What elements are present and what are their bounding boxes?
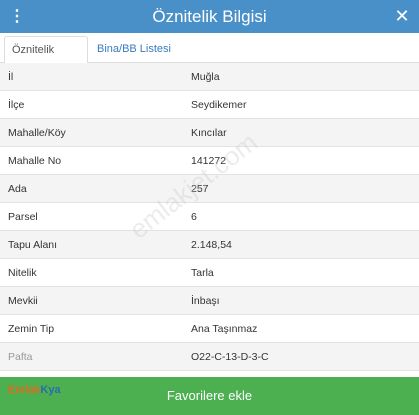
tab-building-list[interactable]: Bina/BB Listesi (90, 36, 178, 64)
attribute-value: 257 (191, 183, 209, 195)
brand-logo-part2: Kya (40, 384, 61, 396)
attribute-key: Mahalle No (8, 155, 62, 167)
table-row: Pafta O22-C-13-D-3-C (0, 343, 419, 371)
attribute-key: Mevkii (8, 295, 38, 307)
header-bar: ⋮ Öznitelik Bilgisi ✕ (0, 0, 419, 33)
attribute-value: Ana Taşınmaz (191, 323, 258, 335)
table-row: Mevkii İnbaşı (0, 287, 419, 315)
page-title: Öznitelik Bilgisi (152, 7, 267, 26)
attribute-value: Kıncılar (191, 127, 227, 139)
attribute-value: İnbaşı (191, 295, 220, 307)
brand-logo: EmlakKya (8, 376, 70, 410)
tab-attribute-info[interactable]: Öznitelik Bilgisi (4, 36, 88, 82)
attribute-value: 141272 (191, 155, 227, 167)
attribute-key: Mahalle/Köy (8, 127, 66, 139)
table-row: Ada 257 (0, 175, 419, 203)
attribute-key: Zemin Tip (8, 323, 55, 335)
attribute-key: İl (8, 71, 14, 83)
attribute-key: İlçe (8, 99, 25, 111)
attribute-key: Nitelik (8, 267, 37, 279)
attribute-value: O22-C-13-D-3-C (191, 351, 269, 363)
attribute-key: Parsel (8, 211, 38, 223)
table-row: Tapu Alanı 2.148,54 (0, 231, 419, 259)
table-row: Zemin Tip Ana Taşınmaz (0, 315, 419, 343)
attribute-value: Tarla (191, 267, 214, 279)
table-row: İl Muğla (0, 63, 419, 91)
table-row: Mahalle No 141272 (0, 147, 419, 175)
attribute-value: Muğla (191, 71, 220, 83)
brand-logo-part1: Emlak (8, 384, 41, 396)
attribute-value: Seydikemer (191, 99, 247, 111)
close-icon[interactable]: ✕ (387, 0, 417, 33)
attribute-key: Pafta (8, 351, 33, 363)
attribute-table: İl Muğla İlçe Seydikemer Mahalle/Köy Kın… (0, 63, 419, 371)
tab-bar: Öznitelik Bilgisi Bina/BB Listesi (0, 33, 419, 82)
table-row: Mahalle/Köy Kıncılar (0, 119, 419, 147)
attribute-value: 2.148,54 (191, 239, 232, 251)
attribute-key: Ada (8, 183, 27, 195)
table-row: Nitelik Tarla (0, 259, 419, 287)
table-row: İlçe Seydikemer (0, 91, 419, 119)
attribute-key: Tapu Alanı (8, 239, 58, 251)
table-row: Parsel 6 (0, 203, 419, 231)
attribute-value: 6 (191, 211, 197, 223)
